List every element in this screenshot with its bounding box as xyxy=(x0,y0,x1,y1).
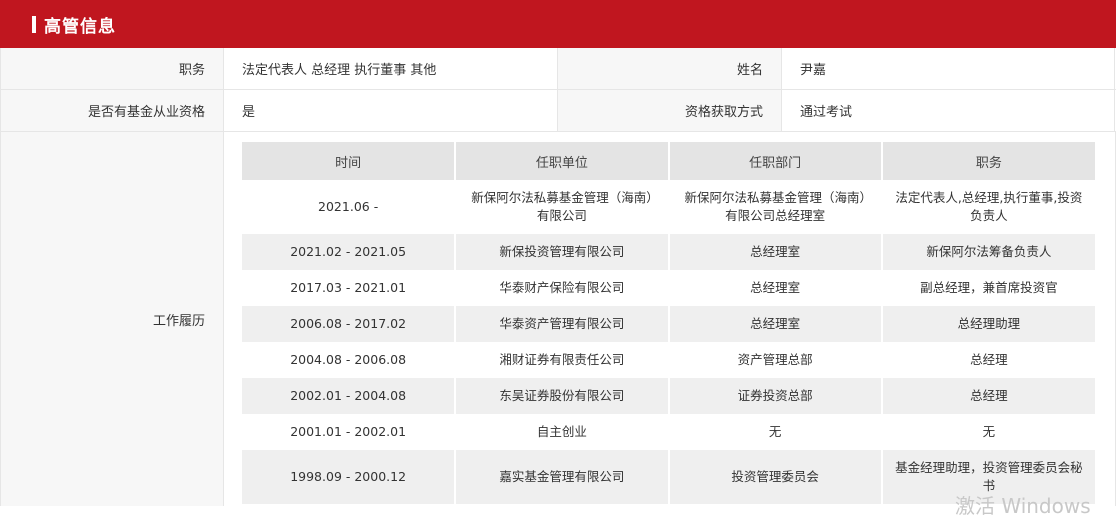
column-header: 职务 xyxy=(881,142,1095,180)
table-cell: 东吴证券股份有限公司 xyxy=(455,378,670,414)
table-cell: 湘财证券有限责任公司 xyxy=(455,342,670,378)
table-cell: 华泰财产保险有限公司 xyxy=(455,270,670,306)
column-header: 任职部门 xyxy=(668,142,883,180)
table-cell: 自主创业 xyxy=(455,414,670,450)
position-value: 法定代表人 总经理 执行董事 其他 xyxy=(224,48,558,89)
windows-activation-watermark: 激活 Windows xyxy=(955,494,1091,518)
table-row: 2002.01 - 2004.08 东吴证券股份有限公司 证券投资总部 总经理 xyxy=(242,378,1095,414)
table-row: 2006.08 - 2017.02 华泰资产管理有限公司 总经理室 总经理助理 xyxy=(242,306,1095,342)
position-label: 职务 xyxy=(0,48,224,89)
table-cell: 新保阿尔法私募基金管理（海南）有限公司总经理室 xyxy=(668,180,883,234)
table-body: 2021.06 - 新保阿尔法私募基金管理（海南）有限公司 新保阿尔法私募基金管理（… xyxy=(242,180,1095,504)
table-row: 2001.01 - 2002.01 自主创业无无 xyxy=(242,414,1095,450)
table-cell: 投资管理委员会 xyxy=(668,450,883,504)
table-cell: 总经理 xyxy=(881,378,1095,414)
info-row-1: 职务 法定代表人 总经理 执行董事 其他 姓名 尹嘉 xyxy=(0,48,1116,90)
table-row: 2004.08 - 2006.08 湘财证券有限责任公司 资产管理总部 总经理 xyxy=(242,342,1095,378)
qual-method-label: 资格获取方式 xyxy=(558,90,782,131)
table-cell: 嘉实基金管理有限公司 xyxy=(455,450,670,504)
table-cell: 总经理室 xyxy=(668,270,883,306)
table-cell: 2021.02 - 2021.05 xyxy=(242,234,457,270)
table-cell: 新保投资管理有限公司 xyxy=(455,234,670,270)
table-header-row: 时间 任职单位 任职部门 职务 xyxy=(242,142,1095,180)
table-cell: 2001.01 - 2002.01 xyxy=(242,414,457,450)
table-cell: 无 xyxy=(668,414,883,450)
name-label: 姓名 xyxy=(558,48,782,89)
table-row: 2017.03 - 2021.01 华泰财产保险有限公司 总经理室 副总经理，兼首席投… xyxy=(242,270,1095,306)
table-cell: 华泰资产管理有限公司 xyxy=(455,306,670,342)
table-cell: 2006.08 - 2017.02 xyxy=(242,306,457,342)
table-cell: 总经理 xyxy=(881,342,1095,378)
column-header: 任职单位 xyxy=(455,142,670,180)
table-row: 2021.06 - 新保阿尔法私募基金管理（海南）有限公司 新保阿尔法私募基金管理（… xyxy=(242,180,1095,234)
qual-method-value: 通过考试 xyxy=(782,90,1115,131)
section-header: 高管信息 xyxy=(0,0,1116,48)
table-cell: 副总经理，兼首席投资官 xyxy=(881,270,1095,306)
table-cell: 2017.03 - 2021.01 xyxy=(242,270,457,306)
section-title: 高管信息 xyxy=(44,16,116,37)
table-cell: 新保阿尔法私募基金管理（海南）有限公司 xyxy=(455,180,670,234)
name-value: 尹嘉 xyxy=(782,48,1115,89)
table-cell: 证券投资总部 xyxy=(668,378,883,414)
table-cell: 2004.08 - 2006.08 xyxy=(242,342,457,378)
fund-qual-value: 是 xyxy=(224,90,558,131)
header-accent-bar xyxy=(32,15,36,33)
table-cell: 总经理助理 xyxy=(881,306,1095,342)
table-cell: 1998.09 - 2000.12 xyxy=(242,450,457,504)
table-cell: 无 xyxy=(881,414,1095,450)
table-cell: 新保阿尔法筹备负责人 xyxy=(881,234,1095,270)
column-header: 时间 xyxy=(242,142,457,180)
work-history-content: 时间 任职单位 任职部门 职务 2021.06 - 新保阿尔法私募基金管理（海南）有限公… xyxy=(224,132,1116,506)
table-cell: 总经理室 xyxy=(668,234,883,270)
table-cell: 资产管理总部 xyxy=(668,342,883,378)
work-history-table: 时间 任职单位 任职部门 职务 2021.06 - 新保阿尔法私募基金管理（海南）有限公… xyxy=(242,142,1095,504)
table-cell: 总经理室 xyxy=(668,306,883,342)
table-cell: 法定代表人,总经理,执行董事,投资负责人 xyxy=(881,180,1095,234)
info-row-2: 是否有基金从业资格 是 资格获取方式 通过考试 xyxy=(0,90,1116,132)
fund-qual-label: 是否有基金从业资格 xyxy=(0,90,224,131)
table-row: 2021.02 - 2021.05 新保投资管理有限公司 总经理室 新保阿尔法筹备负责… xyxy=(242,234,1095,270)
table-cell: 2021.06 - xyxy=(242,180,457,234)
work-history-label: 工作履历 xyxy=(0,132,224,506)
table-cell: 2002.01 - 2004.08 xyxy=(242,378,457,414)
work-history-section: 工作履历 时间 任职单位 任职部门 职务 2021.06 - 新保阿尔法私募基金管理（海… xyxy=(0,132,1116,506)
